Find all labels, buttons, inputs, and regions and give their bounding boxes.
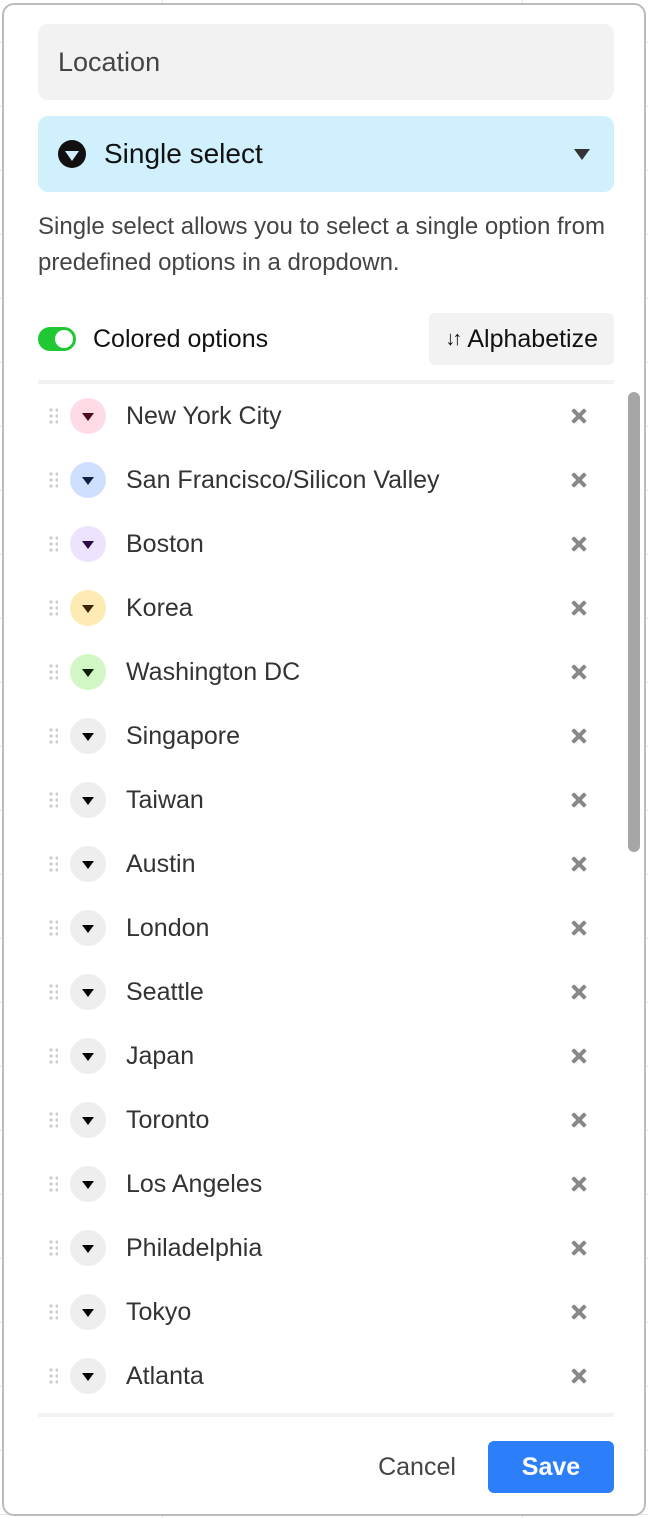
option-color-picker[interactable]	[70, 1358, 106, 1394]
option-row: Boston	[38, 512, 614, 576]
option-row: London	[38, 896, 614, 960]
option-row: Taiwan	[38, 768, 614, 832]
options-list: New York City San Francisco/Silicon Valle…	[38, 384, 614, 1410]
option-row: Washington DC	[38, 640, 614, 704]
option-row: San Francisco/Silicon Valley	[38, 448, 614, 512]
option-label[interactable]: Toronto	[126, 1106, 564, 1135]
dropdown-circle-icon	[58, 140, 86, 168]
close-icon[interactable]	[564, 1297, 594, 1327]
chevron-down-icon	[574, 148, 590, 160]
drag-handle-icon[interactable]	[48, 663, 58, 681]
close-icon[interactable]	[564, 849, 594, 879]
option-label[interactable]: Los Angeles	[126, 1170, 564, 1199]
drag-handle-icon[interactable]	[48, 919, 58, 937]
option-label[interactable]: Korea	[126, 594, 564, 623]
drag-handle-icon[interactable]	[48, 1111, 58, 1129]
option-row: Atlanta	[38, 1344, 614, 1408]
option-label[interactable]: Taiwan	[126, 786, 564, 815]
field-type-description: Single select allows you to select a sin…	[38, 213, 605, 276]
option-label[interactable]: Boston	[126, 530, 564, 559]
option-color-picker[interactable]	[70, 1294, 106, 1330]
option-color-picker[interactable]	[70, 462, 106, 498]
drag-handle-icon[interactable]	[48, 1175, 58, 1193]
field-type-select[interactable]: Single select	[38, 116, 614, 192]
close-icon[interactable]	[564, 593, 594, 623]
option-color-picker[interactable]	[70, 1038, 106, 1074]
drag-handle-icon[interactable]	[48, 855, 58, 873]
option-color-picker[interactable]	[70, 398, 106, 434]
close-icon[interactable]	[564, 1233, 594, 1263]
options-scrollbar[interactable]	[628, 392, 640, 852]
close-icon[interactable]	[564, 1105, 594, 1135]
options-controls: Colored options ↓↑ Alphabetize	[38, 312, 614, 366]
option-color-picker[interactable]	[70, 1230, 106, 1266]
option-row: Korea	[38, 576, 614, 640]
field-config-dialog: Single select Single select allows you t…	[2, 3, 646, 1516]
alphabetize-label: Alphabetize	[467, 324, 598, 353]
option-row: Toronto	[38, 1088, 614, 1152]
option-label[interactable]: Japan	[126, 1042, 564, 1071]
option-label[interactable]: London	[126, 914, 564, 943]
option-color-picker[interactable]	[70, 526, 106, 562]
close-icon[interactable]	[564, 401, 594, 431]
alphabetize-button[interactable]: ↓↑ Alphabetize	[429, 313, 614, 365]
close-icon[interactable]	[564, 1361, 594, 1391]
option-label[interactable]: Tokyo	[126, 1298, 564, 1327]
colored-options-toggle[interactable]	[38, 327, 76, 351]
option-color-picker[interactable]	[70, 654, 106, 690]
drag-handle-icon[interactable]	[48, 1239, 58, 1257]
option-row: Singapore	[38, 704, 614, 768]
option-label[interactable]: Austin	[126, 850, 564, 879]
option-label[interactable]: Seattle	[126, 978, 564, 1007]
option-row: Philadelphia	[38, 1216, 614, 1280]
drag-handle-icon[interactable]	[48, 1047, 58, 1065]
close-icon[interactable]	[564, 1041, 594, 1071]
option-row: Austin	[38, 832, 614, 896]
cancel-button[interactable]: Cancel	[362, 1441, 472, 1493]
option-color-picker[interactable]	[70, 846, 106, 882]
option-label[interactable]: Singapore	[126, 722, 564, 751]
drag-handle-icon[interactable]	[48, 1303, 58, 1321]
divider	[38, 1413, 614, 1417]
option-label[interactable]: Atlanta	[126, 1362, 564, 1391]
field-name-input[interactable]	[38, 24, 614, 100]
close-icon[interactable]	[564, 465, 594, 495]
drag-handle-icon[interactable]	[48, 599, 58, 617]
option-color-picker[interactable]	[70, 718, 106, 754]
drag-handle-icon[interactable]	[48, 983, 58, 1001]
sort-arrows-icon: ↓↑	[445, 327, 462, 350]
save-button[interactable]: Save	[488, 1441, 614, 1493]
option-color-picker[interactable]	[70, 974, 106, 1010]
close-icon[interactable]	[564, 913, 594, 943]
option-color-picker[interactable]	[70, 1102, 106, 1138]
close-icon[interactable]	[564, 1169, 594, 1199]
drag-handle-icon[interactable]	[48, 535, 58, 553]
close-icon[interactable]	[564, 785, 594, 815]
option-color-picker[interactable]	[70, 782, 106, 818]
option-row: Los Angeles	[38, 1152, 614, 1216]
drag-handle-icon[interactable]	[48, 407, 58, 425]
close-icon[interactable]	[564, 529, 594, 559]
close-icon[interactable]	[564, 977, 594, 1007]
option-row: Tokyo	[38, 1280, 614, 1344]
colored-options-label: Colored options	[93, 324, 269, 353]
drag-handle-icon[interactable]	[48, 727, 58, 745]
drag-handle-icon[interactable]	[48, 791, 58, 809]
drag-handle-icon[interactable]	[48, 471, 58, 489]
option-row: Seattle	[38, 960, 614, 1024]
option-color-picker[interactable]	[70, 590, 106, 626]
option-color-picker[interactable]	[70, 1166, 106, 1202]
option-label[interactable]: San Francisco/Silicon Valley	[126, 466, 564, 495]
option-label[interactable]: Philadelphia	[126, 1234, 564, 1263]
option-label[interactable]: Washington DC	[126, 658, 564, 687]
option-row: New York City	[38, 384, 614, 448]
close-icon[interactable]	[564, 657, 594, 687]
option-row: Japan	[38, 1024, 614, 1088]
drag-handle-icon[interactable]	[48, 1367, 58, 1385]
close-icon[interactable]	[564, 721, 594, 751]
option-label[interactable]: New York City	[126, 402, 564, 431]
option-color-picker[interactable]	[70, 910, 106, 946]
field-type-label: Single select	[104, 138, 263, 169]
